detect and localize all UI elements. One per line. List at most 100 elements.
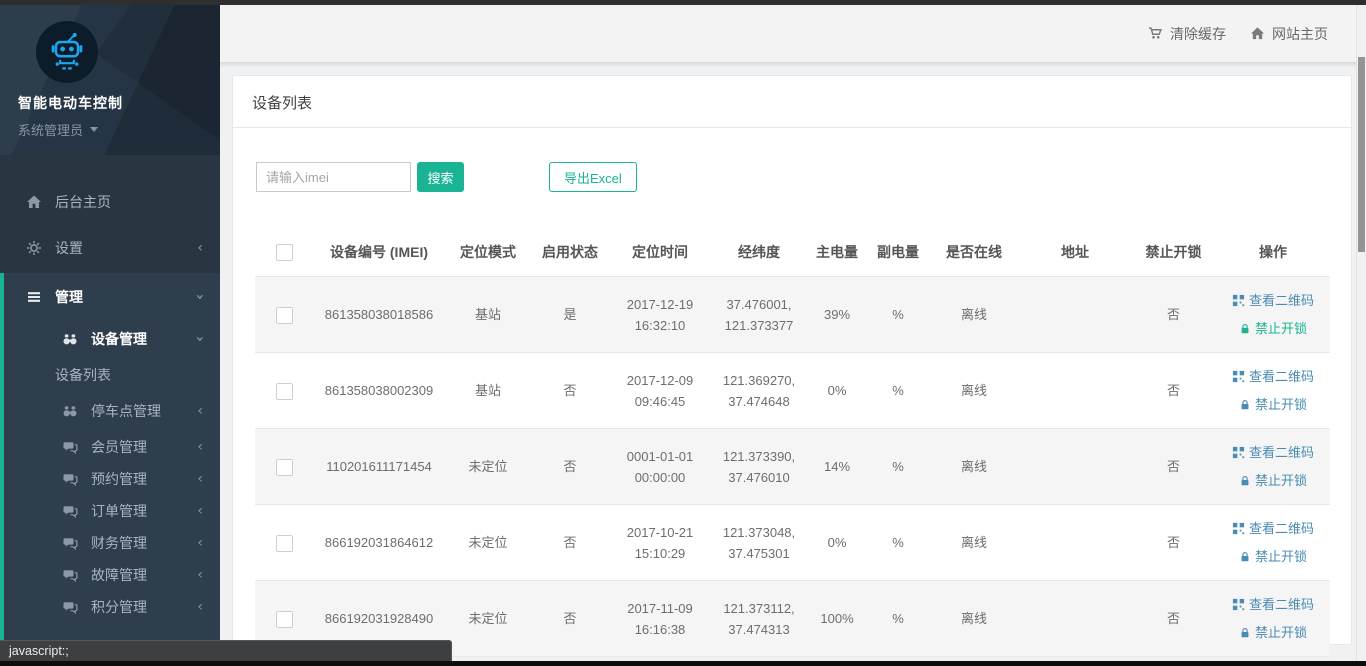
- cell-sub-battery: %: [867, 505, 929, 581]
- user-role-dropdown[interactable]: 系统管理员: [18, 120, 220, 139]
- clear-cache-link[interactable]: 清除缓存: [1148, 24, 1226, 44]
- view-qr-link[interactable]: 查看二维码: [1219, 290, 1327, 311]
- row-checkbox[interactable]: [276, 535, 293, 552]
- cell-enabled: 否: [531, 429, 609, 505]
- home-icon: [25, 194, 42, 210]
- forbid-unlock-link[interactable]: 禁止开锁: [1219, 470, 1327, 491]
- user-role-label: 系统管理员: [18, 120, 83, 139]
- forbid-unlock-link[interactable]: 禁止开锁: [1219, 318, 1327, 339]
- export-excel-button[interactable]: 导出Excel: [549, 162, 637, 192]
- cell-main-battery: 39%: [807, 277, 867, 353]
- sidebar-item-label: 故障管理: [91, 565, 147, 585]
- col-enabled: 启用状态: [531, 234, 609, 277]
- row-checkbox[interactable]: [276, 307, 293, 324]
- cell-main-battery: 0%: [807, 505, 867, 581]
- sidebar-item-points-manage[interactable]: 积分管理 ‹: [4, 591, 220, 623]
- view-qr-link[interactable]: 查看二维码: [1219, 366, 1327, 387]
- vertical-scrollbar[interactable]: [1356, 5, 1366, 661]
- gear-icon: [25, 240, 42, 256]
- forbid-unlock-link[interactable]: 禁止开锁: [1219, 622, 1327, 643]
- topbar: 清除缓存 网站主页: [220, 5, 1366, 63]
- chevron-left-icon: ‹: [197, 536, 203, 550]
- sidebar-item-device-manage[interactable]: 设备管理 ‹: [4, 319, 220, 359]
- comments-icon: [61, 567, 78, 583]
- sidebar-item-manage[interactable]: 管理 ‹: [4, 275, 220, 319]
- sidebar-item-label: 设置: [55, 238, 83, 258]
- sidebar-item-label: 积分管理: [91, 597, 147, 617]
- window-bottom-edge: [0, 661, 1366, 666]
- sidebar-item-label: 财务管理: [91, 533, 147, 553]
- cell-address: [1019, 277, 1131, 353]
- sidebar-item-label: 管理: [55, 287, 83, 307]
- cell-actions: 查看二维码 禁止开锁: [1216, 353, 1330, 429]
- cell-time: 2017-12-1916:32:10: [609, 277, 711, 353]
- col-main-battery: 主电量: [807, 234, 867, 277]
- chevron-left-icon: ‹: [197, 504, 203, 518]
- cell-main-battery: 14%: [807, 429, 867, 505]
- row-checkbox[interactable]: [276, 459, 293, 476]
- site-home-link[interactable]: 网站主页: [1250, 24, 1328, 44]
- sidebar-item-member-manage[interactable]: 会员管理 ‹: [4, 431, 220, 463]
- chevron-left-icon: ‹: [197, 568, 203, 582]
- sidebar-item-fault-manage[interactable]: 故障管理 ‹: [4, 559, 220, 591]
- sidebar-group-manage: 管理 ‹ 设备管理 ‹ 设备列表 停车点管理 ‹ 会员管理 ‹: [0, 273, 220, 641]
- cell-coord: 121.373112,37.474313: [711, 581, 807, 657]
- search-button[interactable]: 搜索: [417, 162, 464, 192]
- chevron-left-icon: ‹: [197, 241, 203, 255]
- sidebar-item-booking-manage[interactable]: 预约管理 ‹: [4, 463, 220, 495]
- sidebar-item-dashboard[interactable]: 后台主页: [0, 179, 220, 225]
- sidebar-item-label: 设备列表: [55, 365, 111, 385]
- binoculars-icon: [61, 331, 78, 347]
- chevron-left-icon: ‹: [197, 600, 203, 614]
- sidebar-item-order-manage[interactable]: 订单管理 ‹: [4, 495, 220, 527]
- sidebar-item-device-list[interactable]: 设备列表: [4, 359, 220, 391]
- table-row: 866192031864612 未定位 否 2017-10-2115:10:29…: [255, 505, 1330, 581]
- cell-coord: 121.369270,37.474648: [711, 353, 807, 429]
- sidebar: 智能电动车控制 系统管理员 后台主页 设置 ‹ 管理 ‹ 设备管理 ‹: [0, 5, 220, 661]
- select-all-checkbox[interactable]: [276, 244, 293, 261]
- cell-forbid: 否: [1131, 277, 1216, 353]
- view-qr-link[interactable]: 查看二维码: [1219, 442, 1327, 463]
- cell-sub-battery: %: [867, 581, 929, 657]
- cell-address: [1019, 505, 1131, 581]
- sidebar-item-label: 设备管理: [91, 329, 147, 349]
- qr-code-icon: [1232, 294, 1245, 307]
- lock-icon: [1239, 627, 1251, 639]
- cell-enabled: 否: [531, 581, 609, 657]
- comments-icon: [61, 535, 78, 551]
- cell-mode: 未定位: [445, 581, 531, 657]
- row-checkbox[interactable]: [276, 383, 293, 400]
- lock-icon: [1239, 399, 1251, 411]
- table-row: 861358038018586 基站 是 2017-12-1916:32:10 …: [255, 277, 1330, 353]
- device-table: 设备编号 (IMEI) 定位模式 启用状态 定位时间 经纬度 主电量 副电量 是…: [255, 234, 1330, 657]
- col-actions: 操作: [1216, 234, 1330, 277]
- forbid-unlock-link[interactable]: 禁止开锁: [1219, 546, 1327, 567]
- comments-icon: [61, 439, 78, 455]
- cell-sub-battery: %: [867, 277, 929, 353]
- cell-imei: 110201611171454: [313, 429, 445, 505]
- cell-online: 离线: [929, 581, 1019, 657]
- sidebar-item-finance-manage[interactable]: 财务管理 ‹: [4, 527, 220, 559]
- cell-address: [1019, 581, 1131, 657]
- forbid-unlock-link[interactable]: 禁止开锁: [1219, 394, 1327, 415]
- cell-mode: 未定位: [445, 505, 531, 581]
- robot-logo-icon: [46, 31, 88, 73]
- qr-code-icon: [1232, 522, 1245, 535]
- cell-forbid: 否: [1131, 581, 1216, 657]
- cell-sub-battery: %: [867, 353, 929, 429]
- site-home-label: 网站主页: [1272, 24, 1328, 44]
- scrollbar-thumb[interactable]: [1358, 57, 1365, 252]
- cell-forbid: 否: [1131, 353, 1216, 429]
- lock-icon: [1239, 551, 1251, 563]
- imei-search-input[interactable]: [256, 162, 411, 192]
- row-checkbox[interactable]: [276, 611, 293, 628]
- table-row: 110201611171454 未定位 否 0001-01-0100:00:00…: [255, 429, 1330, 505]
- clear-cache-label: 清除缓存: [1170, 24, 1226, 44]
- view-qr-link[interactable]: 查看二维码: [1219, 594, 1327, 615]
- sidebar-header: 智能电动车控制 系统管理员: [0, 5, 220, 155]
- sidebar-item-settings[interactable]: 设置 ‹: [0, 225, 220, 271]
- view-qr-link[interactable]: 查看二维码: [1219, 518, 1327, 539]
- app-logo: [36, 21, 98, 83]
- sidebar-item-parking-manage[interactable]: 停车点管理 ‹: [4, 391, 220, 431]
- cell-online: 离线: [929, 353, 1019, 429]
